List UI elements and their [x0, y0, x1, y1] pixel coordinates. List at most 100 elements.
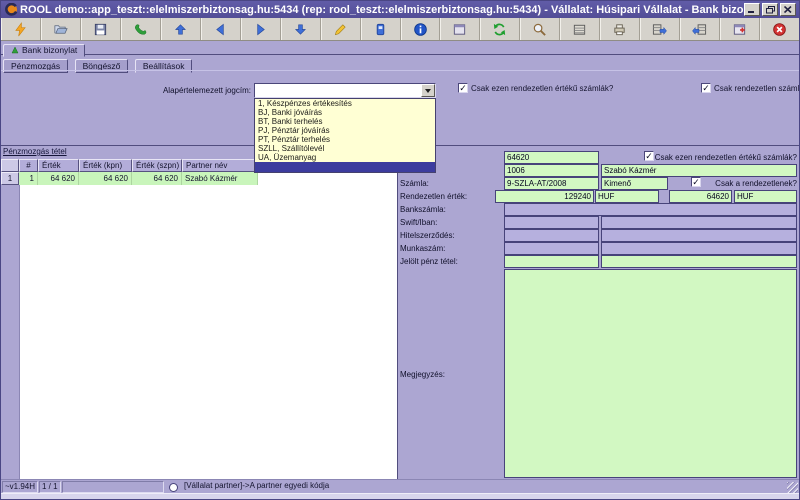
print-button[interactable]: [600, 18, 640, 40]
resize-grip[interactable]: [787, 482, 798, 493]
new-window-button[interactable]: [720, 18, 760, 40]
dropdown-option[interactable]: UA, Üzemanyag: [255, 153, 435, 162]
munkaszam-field-2[interactable]: [601, 242, 797, 255]
search-icon: [532, 22, 547, 37]
dropdown-option-selected[interactable]: [255, 162, 435, 172]
only-unsettled-checkbox[interactable]: ✓: [701, 83, 711, 93]
next-record-button[interactable]: [241, 18, 281, 40]
execute-button[interactable]: [1, 18, 41, 40]
bankszamla-field[interactable]: [504, 203, 797, 216]
arrow-up-icon: [173, 22, 188, 37]
status-empty-segment: [62, 481, 164, 493]
arrow-down-icon: [293, 22, 308, 37]
megjegyzes-label: Megjegyzés:: [400, 370, 445, 379]
ertek-field[interactable]: 64620: [504, 151, 599, 164]
hitelszerzodes-field-2[interactable]: [601, 229, 797, 242]
column-header-ertek-kpn[interactable]: Érték (kpn): [79, 159, 132, 172]
rendezetlen-value1-field[interactable]: 129240: [495, 190, 594, 203]
dropdown-option[interactable]: 1, Készpénzes értékesítés: [255, 99, 435, 108]
exit-button[interactable]: [760, 18, 799, 40]
refresh-button[interactable]: [480, 18, 520, 40]
dropdown-option[interactable]: PJ, Pénztár jóváírás: [255, 126, 435, 135]
edit-button[interactable]: [321, 18, 361, 40]
restore-button[interactable]: [762, 3, 778, 16]
open-button[interactable]: [41, 18, 81, 40]
swift-field-2[interactable]: [601, 216, 797, 229]
jelolt-penz-field-1[interactable]: [504, 255, 599, 268]
only-value-checkbox[interactable]: ✓: [458, 83, 468, 93]
bankszamla-label: Bankszámla:: [400, 205, 446, 214]
tab-label: Bank bizonylat: [22, 45, 77, 55]
rendezetlen-currency1-field[interactable]: HUF: [595, 190, 659, 203]
swift-field-1[interactable]: [504, 216, 599, 229]
first-record-button[interactable]: [161, 18, 201, 40]
app-icon: [5, 3, 18, 16]
column-header-ertek-szpn[interactable]: Érték (szpn): [132, 159, 182, 172]
hitelszerzodes-field-1[interactable]: [504, 229, 599, 242]
content-area: Pénzmozgás tétel # Érték Érték (kpn) Ért…: [1, 145, 799, 479]
restore-icon: [766, 6, 775, 14]
grid-caption: Pénzmozgás tétel: [3, 147, 67, 156]
search-button[interactable]: [520, 18, 560, 40]
arrow-right-icon: [253, 22, 268, 37]
row-header-cell[interactable]: 1: [1, 172, 19, 185]
dropdown-option[interactable]: BJ, Banki jóváírás: [255, 108, 435, 117]
combobox-dropdown-button[interactable]: [421, 84, 435, 97]
info-button[interactable]: [401, 18, 441, 40]
swift-label: Swift/Iban:: [400, 218, 437, 227]
import-button[interactable]: [680, 18, 720, 40]
munkaszam-field-1[interactable]: [504, 242, 599, 255]
chevron-down-icon: [425, 89, 431, 93]
row-header-column: [1, 185, 20, 480]
rendezetlen-currency2-field[interactable]: HUF: [734, 190, 797, 203]
table-export-icon: [652, 22, 667, 37]
check-mark-icon: ✓: [702, 83, 710, 93]
close-button[interactable]: [780, 3, 796, 16]
window-plus-icon: [732, 22, 747, 37]
version-label: ~v1.94H: [2, 481, 38, 493]
only-unsettled-checkbox-label: Csak rendezetlen számlák?: [714, 84, 800, 93]
column-header-ertek[interactable]: Érték: [38, 159, 79, 172]
only-value-checkbox-label: Csak ezen rendezetlen értékű számlák?: [471, 84, 613, 93]
minimize-button[interactable]: [744, 3, 760, 16]
previous-record-button[interactable]: [201, 18, 241, 40]
column-header-index[interactable]: #: [19, 159, 38, 172]
title-bar[interactable]: ROOL demo::app_teszt::elelmiszerbiztonsa…: [1, 1, 799, 18]
status-radio-button[interactable]: [169, 483, 178, 492]
delete-button[interactable]: [361, 18, 401, 40]
dropdown-option[interactable]: PT, Pénztár terhelés: [255, 135, 435, 144]
export-button[interactable]: [640, 18, 680, 40]
dropdown-option[interactable]: BT, Banki terhelés: [255, 117, 435, 126]
last-record-button[interactable]: [281, 18, 321, 40]
default-title-combobox[interactable]: [254, 83, 436, 98]
page-tab-strip: Pénzmozgás Böngésző Beállítások: [1, 55, 799, 71]
status-bar: ~v1.94H 1 / 1 [Vállalat partner]->A part…: [1, 479, 799, 494]
toolbar: [1, 18, 799, 41]
partner-code-field[interactable]: 1006: [504, 164, 599, 177]
save-button[interactable]: [81, 18, 121, 40]
column-header-partner[interactable]: Partner név: [182, 159, 258, 172]
penzmozgas-tetel-grid: Pénzmozgás tétel # Érték Érték (kpn) Ért…: [1, 146, 397, 480]
cell-ertek-szpn: 64 620: [132, 172, 182, 185]
table-row[interactable]: 1 1 64 620 64 620 64 620 Szabó Kázmér: [1, 172, 397, 185]
list-button[interactable]: [560, 18, 600, 40]
accept-button[interactable]: [121, 18, 161, 40]
corner-header-cell: [1, 159, 19, 172]
rendezetlen-value2-field[interactable]: 64620: [669, 190, 732, 203]
megjegyzes-textarea[interactable]: [504, 269, 797, 478]
szamla-field[interactable]: 9-SZLA-AT/2008: [504, 177, 599, 190]
partner-name-field[interactable]: Szabó Kázmér: [601, 164, 797, 177]
default-title-label: Alapértelemezett jogcím:: [61, 86, 251, 95]
szamla-direction-field[interactable]: Kimenő: [601, 177, 668, 190]
status-hint: [Vállalat partner]->A partner egyedi kód…: [182, 481, 783, 493]
jogcim-dropdown-list: 1, Készpénzes értékesítés BJ, Banki jóvá…: [254, 98, 436, 173]
dropdown-option[interactable]: SZLL, Szállítólevél: [255, 144, 435, 153]
grid-body[interactable]: [1, 185, 397, 480]
printer-icon: [612, 22, 627, 37]
pencil-icon: [333, 22, 348, 37]
cell-filler: [258, 172, 397, 185]
save-icon: [93, 22, 108, 37]
jelolt-penz-field-2[interactable]: [601, 255, 797, 268]
form-button[interactable]: [440, 18, 480, 40]
flash-icon: [13, 22, 28, 37]
